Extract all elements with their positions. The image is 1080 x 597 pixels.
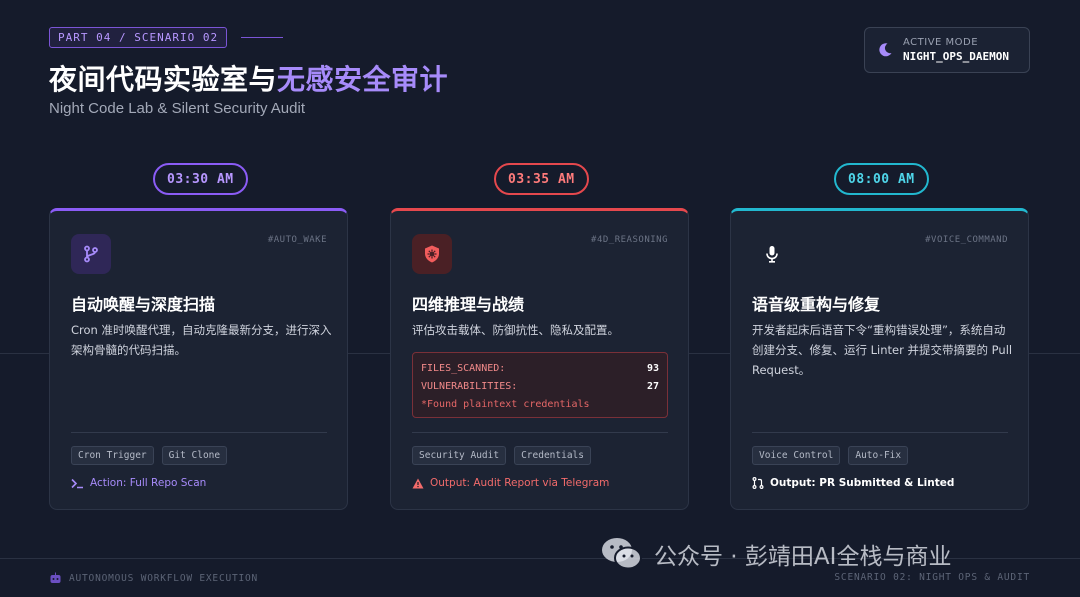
card-footer-text: Output: PR Submitted & Linted [770,477,955,489]
time-pill-2: 03:35 AM [494,163,589,195]
part-tag: PART 04 / SCENARIO 02 [49,27,228,48]
card-desc: 开发者起床后语音下令“重构错误处理”，系统自动创建分支、修复、运行 Linter… [752,323,1013,377]
card-desc: Cron 准时唤醒代理，自动克隆最新分支，进行深入架构骨髓的代码扫描。 [71,323,332,357]
card-footer: Output: Audit Report via Telegram [412,477,609,489]
time-pill-1: 03:30 AM [153,163,248,195]
card-footer: Action: Full Repo Scan [71,477,206,489]
part-tag-row: PART 04 / SCENARIO 02 [49,27,284,48]
card-4d-reasoning: #4D_REASONING 四维推理与战绩 评估攻击载体、防御抗性、隐私及配置。… [390,208,689,510]
card-title: 语音级重构与修复 [752,295,881,314]
wechat-icon [602,538,642,570]
robot-icon [50,572,61,583]
shield-virus-icon [425,245,439,263]
scan-stats-panel: FILES_SCANNED: 93 VULNERABILITIES: 27 *F… [412,352,668,418]
tag-divider [241,37,284,38]
chip-list: Security Audit Credentials [412,446,591,465]
card-separator [412,432,668,433]
chip-voice-control: Voice Control [752,446,841,465]
card-footer-text: Action: Full Repo Scan [90,477,207,489]
stat-files-row: FILES_SCANNED: 93 [421,360,659,378]
card-separator [752,432,1008,433]
footer-right: SCENARIO 02: NIGHT OPS & AUDIT [834,572,1030,583]
chip-security-audit: Security Audit [412,446,507,465]
chip-credentials: Credentials [514,446,591,465]
mode-label: ACTIVE MODE [903,37,979,48]
card-title: 四维推理与战绩 [412,295,525,314]
page-title: 夜间代码实验室与无感安全审计 [49,58,448,98]
footer-left: AUTONOMOUS WORKFLOW EXECUTION [49,572,258,584]
card-hash: #4D_REASONING [591,235,668,245]
card-auto-wake: #AUTO_WAKE 自动唤醒与深度扫描 Cron 准时唤醒代理，自动克隆最新分… [49,208,348,510]
title-highlight: 无感安全审计 [277,63,449,96]
footer-left-text: AUTONOMOUS WORKFLOW EXECUTION [69,572,259,584]
title-main: 夜间代码实验室与 [49,63,278,96]
card-icon-box [412,234,452,274]
stat-vuln-label: VULNERABILITIES: [421,381,518,392]
card-title: 自动唤醒与深度扫描 [71,295,216,314]
card-icon-box [71,234,111,274]
card-hash: #VOICE_COMMAND [925,235,1008,245]
microphone-icon [766,246,778,263]
chip-cron-trigger: Cron Trigger [71,446,154,465]
watermark: 公众号 · 彭靖田AI全栈与商业 [600,536,951,572]
chip-list: Cron Trigger Git Clone [71,446,228,465]
card-voice-command: #VOICE_COMMAND 语音级重构与修复 开发者起床后语音下令“重构错误处… [730,208,1029,510]
card-footer-text: Output: Audit Report via Telegram [430,477,610,489]
stat-note: *Found plaintext credentials [421,399,590,410]
git-branch-icon [84,245,98,263]
time-pill-3: 08:00 AM [834,163,929,195]
card-desc: 评估攻击载体、防御抗性、隐私及配置。 [412,323,619,337]
chip-list: Voice Control Auto-Fix [752,446,909,465]
terminal-icon [71,478,83,488]
card-hash: #AUTO_WAKE [267,235,327,245]
mode-value: NIGHT_OPS_DAEMON [903,50,1009,63]
page-subtitle: Night Code Lab & Silent Security Audit [49,100,305,117]
stat-vuln-row: VULNERABILITIES: 27 [421,378,659,396]
stat-files-value: 93 [646,363,659,374]
stat-files-label: FILES_SCANNED: [421,363,506,374]
moon-icon [879,43,892,57]
stat-vuln-value: 27 [646,381,659,392]
warning-icon [412,478,424,488]
chip-git-clone: Git Clone [161,446,228,465]
card-icon-box [752,234,792,274]
active-mode-box: ACTIVE MODE NIGHT_OPS_DAEMON [864,27,1030,73]
chip-auto-fix: Auto-Fix [848,446,909,465]
card-footer: Output: PR Submitted & Linted [752,477,954,489]
watermark-text: 公众号 · 彭靖田AI全栈与商业 [654,544,952,570]
card-separator [71,432,327,433]
pull-request-icon [752,477,764,489]
